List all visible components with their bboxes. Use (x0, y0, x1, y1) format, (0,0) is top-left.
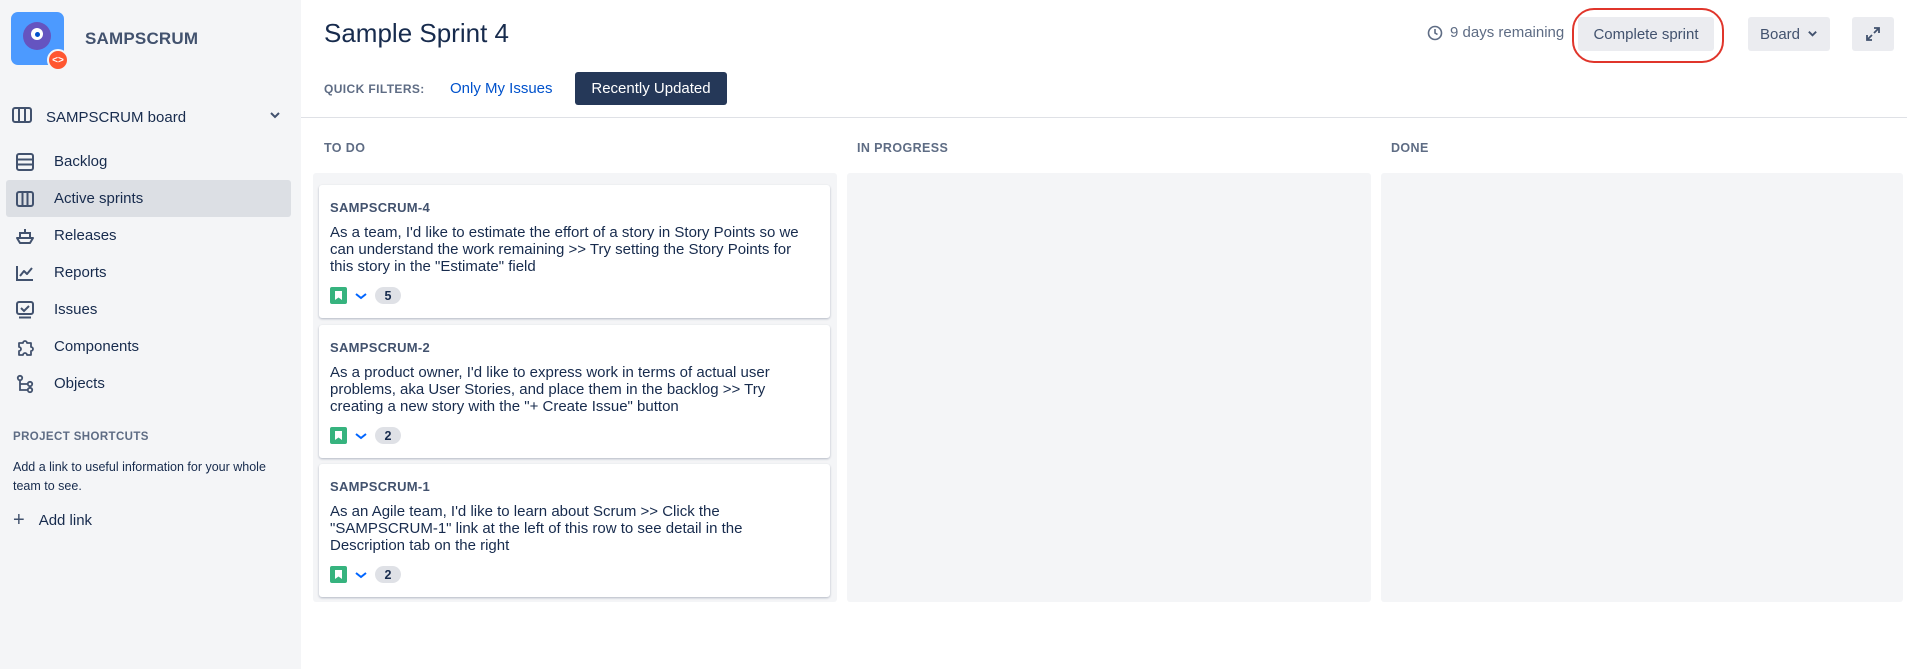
clock-icon (1427, 25, 1443, 40)
issue-key[interactable]: SAMPSCRUM-1 (330, 479, 430, 494)
story-points-badge: 2 (375, 427, 401, 444)
expand-icon (1866, 27, 1880, 41)
project-header[interactable]: <> SAMPSCRUM (11, 12, 198, 71)
sidebar-item-label: Objects (54, 375, 105, 392)
board-icon (12, 106, 32, 129)
chevron-down-icon (268, 108, 282, 127)
board-selector-label: SAMPSCRUM board (46, 108, 187, 126)
add-link-label: Add link (38, 511, 93, 529)
priority-low-icon (352, 427, 369, 444)
issue-summary: As a team, I'd like to estimate the effo… (330, 224, 799, 275)
project-avatar: <> (11, 12, 69, 71)
software-project-badge-icon: <> (47, 49, 69, 71)
issue-key[interactable]: SAMPSCRUM-2 (330, 340, 430, 355)
tree-icon (14, 373, 36, 395)
sprint-remaining: 9 days remaining (1427, 24, 1564, 41)
highlight-annotation (1572, 8, 1724, 63)
board-icon (14, 188, 36, 210)
issue-summary: As an Agile team, I'd like to learn abou… (330, 503, 743, 554)
story-icon (330, 566, 347, 583)
header-divider (301, 117, 1907, 118)
sidebar-item-label: Components (54, 338, 140, 355)
column-header-todo: TO DO (324, 141, 366, 155)
remaining-text: 9 days remaining (1450, 24, 1565, 41)
issue-meta: 5 (330, 287, 401, 304)
sidebar-item-label: Releases (54, 227, 117, 244)
story-points-badge: 5 (375, 287, 401, 304)
sidebar-item-releases[interactable]: Releases (6, 217, 291, 254)
shortcuts-title: PROJECT SHORTCUTS (13, 431, 149, 443)
story-icon (330, 287, 347, 304)
issue-key[interactable]: SAMPSCRUM-4 (330, 200, 430, 215)
sidebar-item-issues[interactable]: Issues (6, 291, 291, 328)
page-title: Sample Sprint 4 (324, 18, 509, 48)
board-menu-button[interactable]: Board (1748, 17, 1830, 51)
story-points-badge: 2 (375, 566, 401, 583)
add-link-button[interactable]: + Add link (13, 509, 93, 531)
sidebar-nav: Backlog Active sprints Releases Reports … (6, 143, 291, 402)
sidebar: <> SAMPSCRUM SAMPSCRUM board Backlog Act… (0, 0, 301, 669)
shortcuts-description: Add a link to useful information for you… (13, 460, 266, 493)
puzzle-icon (14, 336, 36, 358)
chevron-down-icon (1807, 26, 1818, 43)
chart-icon (14, 262, 36, 284)
sidebar-item-backlog[interactable]: Backlog (6, 143, 291, 180)
sidebar-item-label: Backlog (54, 153, 108, 170)
ship-icon (14, 225, 36, 247)
fullscreen-button[interactable] (1852, 17, 1894, 51)
issues-icon (14, 299, 36, 321)
column-in-progress[interactable] (847, 173, 1371, 602)
sidebar-item-label: Active sprints (54, 190, 144, 207)
issue-card[interactable]: SAMPSCRUM-2 As a product owner, I'd like… (319, 325, 830, 458)
priority-low-icon (352, 287, 369, 304)
project-name[interactable]: SAMPSCRUM (85, 29, 198, 49)
board-selector[interactable]: SAMPSCRUM board (12, 104, 290, 130)
quick-filters-label: QUICK FILTERS: (324, 82, 425, 96)
sidebar-item-label: Issues (54, 301, 98, 318)
sidebar-item-active-sprints[interactable]: Active sprints (6, 180, 291, 217)
sidebar-item-reports[interactable]: Reports (6, 254, 291, 291)
column-header-in-progress: IN PROGRESS (857, 141, 949, 155)
avatar-eye (35, 32, 40, 37)
issue-meta: 2 (330, 566, 401, 583)
sidebar-item-components[interactable]: Components (6, 328, 291, 365)
plus-icon: + (13, 509, 25, 531)
filter-only-my-issues[interactable]: Only My Issues (438, 72, 565, 105)
issue-meta: 2 (330, 427, 401, 444)
sidebar-item-objects[interactable]: Objects (6, 365, 291, 402)
backlog-icon (14, 151, 36, 173)
board-button-label: Board (1759, 25, 1801, 43)
story-icon (330, 427, 347, 444)
issue-card[interactable]: SAMPSCRUM-4 As a team, I'd like to estim… (319, 185, 830, 318)
sidebar-item-label: Reports (54, 264, 107, 281)
column-done[interactable] (1381, 173, 1903, 602)
filter-recently-updated[interactable]: Recently Updated (575, 72, 727, 105)
column-header-done: DONE (1391, 141, 1429, 155)
issue-card[interactable]: SAMPSCRUM-1 As an Agile team, I'd like t… (319, 464, 830, 597)
priority-low-icon (352, 566, 369, 583)
issue-summary: As a product owner, I'd like to express … (330, 364, 770, 415)
